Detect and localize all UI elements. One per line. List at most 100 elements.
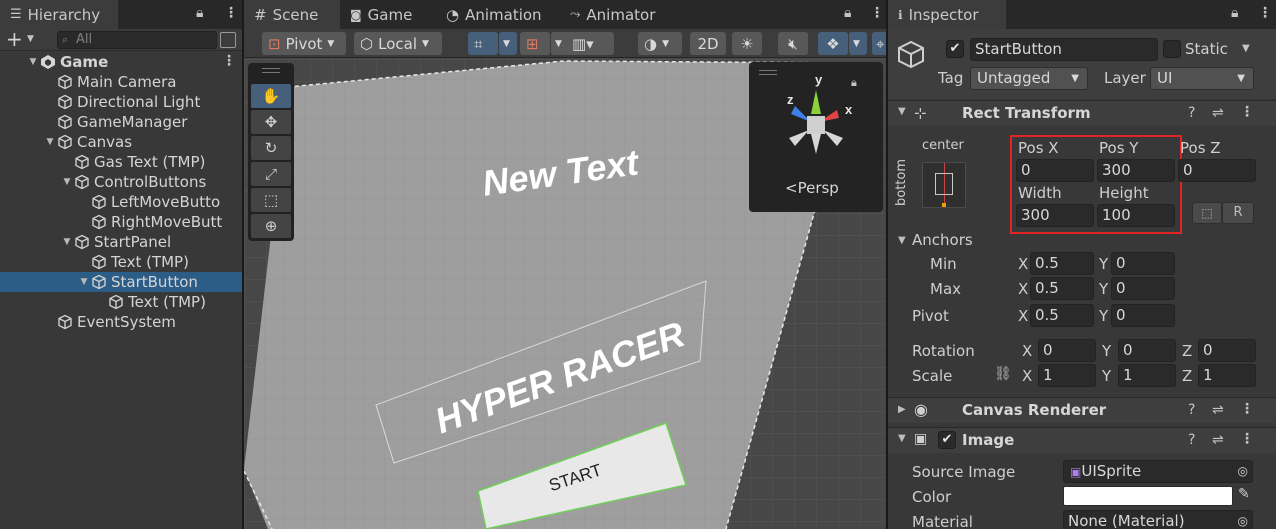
help-icon[interactable]: ? — [1188, 105, 1195, 121]
lock-icon[interactable]: 🔒︎ — [196, 5, 203, 21]
layer-dropdown[interactable]: UI ▼ — [1150, 67, 1254, 90]
pivot-y-field[interactable]: 0 — [1111, 304, 1175, 327]
anchor-min-y-field[interactable]: 0 — [1111, 252, 1175, 275]
hierarchy-item[interactable]: GameManager — [0, 112, 242, 132]
object-picker-icon[interactable]: ◎ — [1238, 511, 1248, 529]
collapse-arrow-icon[interactable]: ▶ — [898, 404, 906, 415]
anchor-max-x-field[interactable]: 0.5 — [1030, 277, 1094, 300]
object-name-field[interactable]: StartButton — [970, 38, 1158, 61]
expand-arrow-icon[interactable]: ▼ — [60, 177, 74, 187]
hierarchy-item[interactable]: RightMoveButt — [0, 212, 242, 232]
preset-settings-icon[interactable]: ⇌ — [1212, 402, 1224, 418]
object-picker-icon[interactable]: ◎ — [1238, 461, 1248, 482]
grid-snap-dropdown[interactable]: ▼ — [499, 32, 517, 55]
component-menu-icon[interactable]: ⋮ — [1240, 401, 1254, 417]
anchors-expand-icon[interactable]: ▼ — [898, 235, 906, 246]
expand-arrow-icon[interactable]: ▼ — [898, 433, 906, 444]
transform-tool-button[interactable]: ⊕ — [251, 214, 291, 238]
lock-icon[interactable]: 🔒︎ — [844, 5, 851, 21]
help-icon[interactable]: ? — [1188, 402, 1195, 418]
effects-dropdown[interactable]: ▼ — [849, 32, 867, 55]
anchor-presets-button[interactable] — [922, 162, 966, 208]
hierarchy-item-selected[interactable]: ▼ StartButton — [0, 272, 242, 292]
hierarchy-item[interactable]: Text (TMP) — [0, 292, 242, 312]
preset-settings-icon[interactable]: ⇌ — [1212, 432, 1224, 448]
drag-handle[interactable] — [262, 68, 280, 73]
scale-y-field[interactable]: 1 — [1118, 364, 1176, 387]
static-dropdown-icon[interactable]: ▼ — [1242, 43, 1250, 54]
add-button[interactable]: + — [6, 27, 23, 51]
rotation-z-field[interactable]: 0 — [1198, 339, 1256, 362]
lighting-toggle-button[interactable]: ☀ — [732, 32, 762, 55]
tab-animator[interactable]: ⤳ Animator — [560, 0, 680, 29]
height-field[interactable]: 100 — [1097, 204, 1175, 227]
raw-edit-button[interactable]: R — [1222, 202, 1254, 224]
pivot-x-field[interactable]: 0.5 — [1030, 304, 1094, 327]
color-swatch[interactable] — [1063, 486, 1233, 506]
component-menu-icon[interactable]: ⋮ — [1240, 431, 1254, 447]
rect-transform-header[interactable]: ▼ ⊹ Rect Transform ? ⇌ ⋮ — [888, 100, 1276, 126]
anchor-min-x-field[interactable]: 0.5 — [1030, 252, 1094, 275]
eyedropper-icon[interactable]: ✎ — [1238, 486, 1250, 502]
tab-game[interactable]: ◙ Game — [340, 0, 436, 29]
tag-dropdown[interactable]: Untagged ▼ — [970, 67, 1088, 90]
hierarchy-item[interactable]: ▼ Canvas — [0, 132, 242, 152]
audio-toggle-button[interactable]: 🔇︎ — [778, 32, 808, 55]
width-field[interactable]: 300 — [1016, 204, 1094, 227]
blueprint-mode-button[interactable]: ⬚ — [1192, 202, 1222, 224]
hierarchy-item[interactable]: ▼ ControlButtons — [0, 172, 242, 192]
search-input[interactable]: ⌕ All — [57, 31, 217, 49]
scene-menu-icon[interactable]: ⋮ — [222, 53, 236, 69]
local-dropdown[interactable]: ⬡ Local ▼ — [354, 32, 442, 55]
expand-arrow-icon[interactable]: ▼ — [898, 106, 906, 117]
hierarchy-item[interactable]: ▼ Game ⋮ — [0, 52, 242, 72]
scene-visibility-icon[interactable] — [220, 32, 236, 48]
grid-snap-button[interactable]: ⌗ — [468, 32, 498, 55]
more-menu-icon[interactable]: ⋮ — [1258, 5, 1272, 21]
more-menu-icon[interactable]: ⋮ — [224, 5, 238, 21]
rotate-tool-button[interactable]: ↻ — [251, 136, 291, 160]
help-icon[interactable]: ? — [1188, 432, 1195, 448]
move-tool-button[interactable]: ✥ — [251, 110, 291, 134]
expand-arrow-icon[interactable]: ▼ — [43, 137, 57, 147]
draw-mode-dropdown[interactable]: ◑ ▼ — [638, 32, 682, 55]
hierarchy-item[interactable]: EventSystem — [0, 312, 242, 332]
scale-tool-button[interactable]: ⤢ — [251, 162, 291, 186]
hierarchy-item[interactable]: Directional Light — [0, 92, 242, 112]
hierarchy-item[interactable]: Main Camera — [0, 72, 242, 92]
hierarchy-item[interactable]: ▼ StartPanel — [0, 232, 242, 252]
toggle-2d-button[interactable]: 2D — [690, 32, 726, 55]
pos-x-field[interactable]: 0 — [1016, 159, 1094, 182]
expand-arrow-icon[interactable]: ▼ — [26, 57, 40, 67]
hierarchy-item[interactable]: LeftMoveButto — [0, 192, 242, 212]
effects-toggle-button[interactable]: ❖ — [818, 32, 848, 55]
image-component-header[interactable]: ▼ ▣ ✔ Image ? ⇌ ⋮ — [888, 427, 1276, 453]
pos-y-field[interactable]: 300 — [1097, 159, 1175, 182]
tab-hierarchy[interactable]: ☰ Hierarchy — [0, 0, 118, 29]
tab-scene[interactable]: # Scene — [244, 0, 340, 29]
hierarchy-item[interactable]: Gas Text (TMP) — [0, 152, 242, 172]
scale-x-field[interactable]: 1 — [1038, 364, 1096, 387]
rect-tool-button[interactable]: ⬚ — [251, 188, 291, 212]
image-enabled-checkbox[interactable]: ✔ — [938, 431, 956, 449]
ruler-button[interactable]: ▥▾ — [566, 32, 614, 55]
orientation-gizmo[interactable]: 🔒︎ y x z <Persp — [749, 62, 883, 212]
tab-inspector[interactable]: ℹ Inspector — [888, 0, 1006, 29]
active-checkbox[interactable]: ✔ — [946, 40, 964, 58]
pivot-dropdown[interactable]: ⊡ Pivot ▼ — [262, 32, 346, 55]
constrain-proportions-icon[interactable]: ⛓ — [994, 366, 1012, 382]
tab-animation[interactable]: ◔ Animation — [436, 0, 560, 29]
increment-snap-button[interactable]: ⊞ — [520, 32, 550, 55]
preset-settings-icon[interactable]: ⇌ — [1212, 105, 1224, 121]
scene-visibility-button[interactable]: ⌖ — [872, 32, 886, 55]
anchor-max-y-field[interactable]: 0 — [1111, 277, 1175, 300]
component-menu-icon[interactable]: ⋮ — [1240, 104, 1254, 120]
hand-tool-button[interactable]: ✋ — [251, 84, 291, 108]
rotation-y-field[interactable]: 0 — [1118, 339, 1176, 362]
scale-z-field[interactable]: 1 — [1198, 364, 1256, 387]
pos-z-field[interactable]: 0 — [1178, 159, 1256, 182]
hierarchy-item[interactable]: Text (TMP) — [0, 252, 242, 272]
lock-icon[interactable]: 🔒︎ — [1231, 5, 1238, 21]
source-image-field[interactable]: ▣UISprite ◎ — [1063, 460, 1253, 483]
scene-viewport[interactable]: START HYPER RACER New Text ✋ ✥ ↻ ⤢ ⬚ ⊕ 🔒… — [244, 59, 886, 529]
